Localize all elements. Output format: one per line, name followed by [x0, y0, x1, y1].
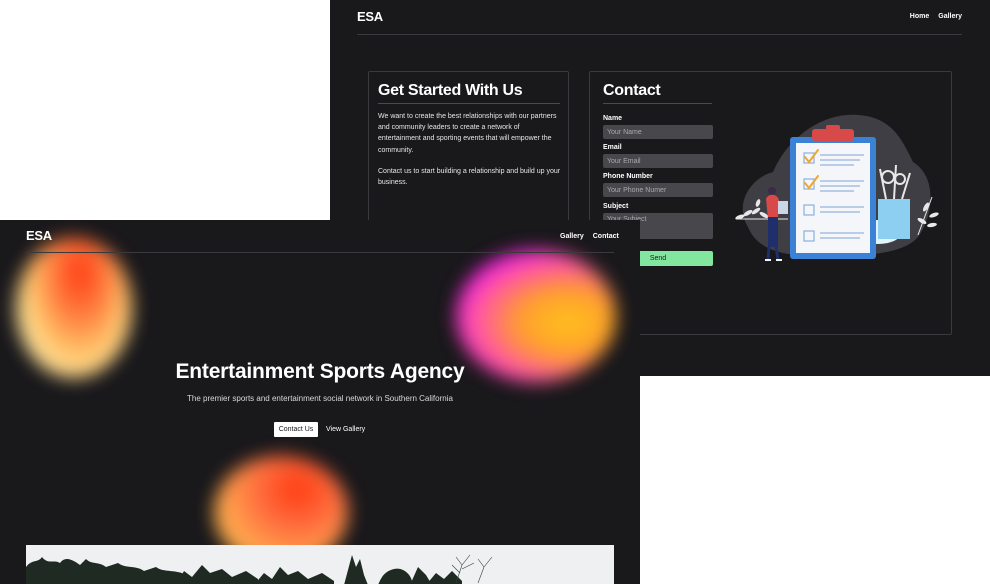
get-started-heading: Get Started With Us — [378, 82, 523, 99]
nav-gallery-link[interactable]: Gallery — [938, 13, 962, 20]
phone-input[interactable]: Your Phone Numer — [603, 183, 713, 197]
cta-paragraph: Contact us to start building a relations… — [378, 168, 561, 187]
email-label: Email — [603, 144, 622, 151]
contact-heading: Contact — [603, 82, 661, 99]
contact-heading-underline — [603, 103, 712, 104]
hero-title: Entertainment Sports Agency — [175, 360, 465, 383]
tree-silhouette-photo — [26, 545, 614, 584]
name-input[interactable]: Your Name — [603, 125, 713, 139]
hero-photo — [26, 545, 614, 584]
clipboard-checklist-illustration — [735, 114, 939, 261]
intro-paragraph: We want to create the best relationships… — [378, 113, 557, 154]
top-nav: Gallery Contact — [560, 233, 619, 240]
email-input[interactable]: Your Email — [603, 154, 713, 168]
nav-contact-link[interactable]: Contact — [593, 233, 619, 240]
contact-us-button[interactable]: Contact Us — [274, 422, 318, 437]
home-page-window: ESA Gallery Contact Entertainment Sports… — [0, 220, 640, 584]
view-gallery-link[interactable]: View Gallery — [326, 422, 365, 437]
site-logo[interactable]: ESA — [357, 9, 383, 24]
get-started-card: Get Started With Us We want to create th… — [368, 71, 569, 241]
top-nav: Home Gallery — [910, 13, 962, 20]
name-label: Name — [603, 115, 623, 122]
subject-label: Subject — [603, 203, 629, 210]
nav-home-link[interactable]: Home — [910, 13, 929, 20]
heading-underline — [378, 103, 560, 104]
contact-card: Contact Name Your Name Email Your Email … — [589, 71, 952, 335]
orange-gradient-blob — [16, 238, 132, 378]
header-divider — [26, 252, 614, 253]
nav-gallery-link[interactable]: Gallery — [560, 233, 584, 240]
header-divider — [357, 34, 962, 35]
phone-label: Phone Number — [603, 173, 653, 180]
hero-subtitle: The premier sports and entertainment soc… — [187, 394, 453, 403]
site-logo[interactable]: ESA — [26, 228, 52, 243]
